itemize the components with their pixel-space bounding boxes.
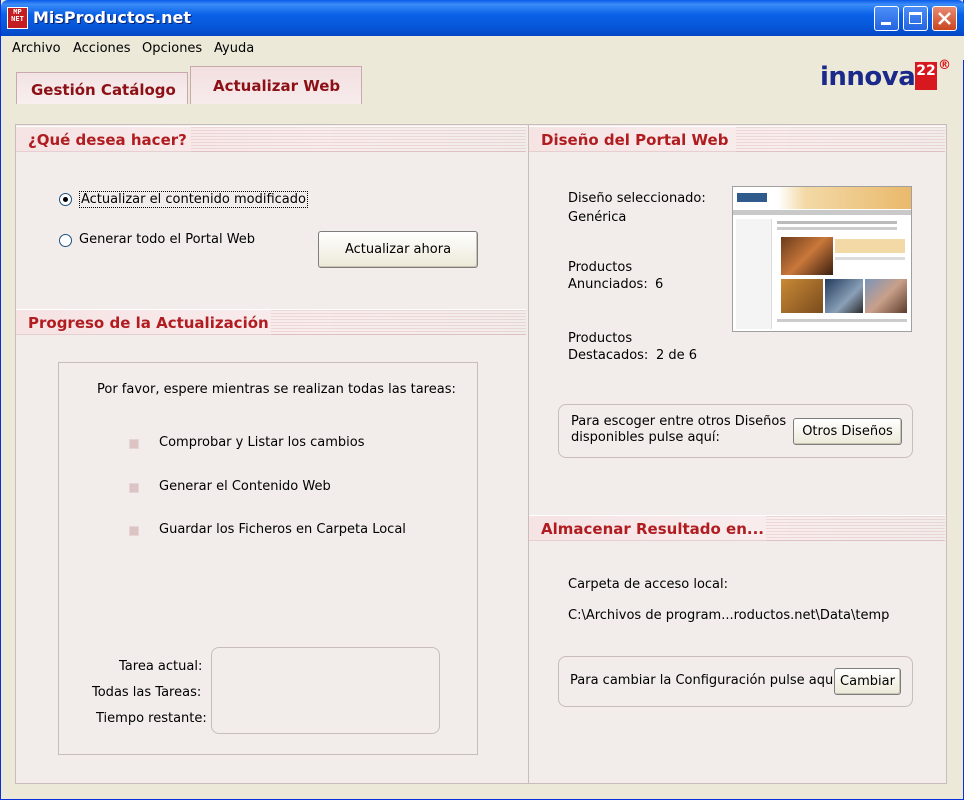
window-title: MisProductos.net: [33, 8, 191, 27]
tab-actualizar-web[interactable]: Actualizar Web: [190, 66, 362, 104]
otros-disenos-text-2: disponibles pulse aquí:: [571, 430, 720, 445]
carpeta-path: C:\Archivos de program...roductos.net\Da…: [568, 608, 890, 623]
design-preview-image: [732, 186, 912, 332]
maximize-icon: [909, 12, 922, 24]
anunciados-label-1: Productos: [568, 260, 633, 275]
tab-label: Gestión Catálogo: [31, 81, 176, 99]
tiempo-restante-label: Tiempo restante:: [96, 711, 207, 726]
actualizar-ahora-button[interactable]: Actualizar ahora: [318, 231, 478, 268]
otros-disenos-text-1: Para escoger entre otros Diseños: [571, 414, 787, 429]
section-title: ¿Qué desea hacer?: [28, 131, 187, 149]
menu-archivo[interactable]: Archivo: [12, 41, 61, 56]
anunciados-label-2: Anunciados:: [568, 277, 648, 292]
main-window: MP NET MisProductos.net Archivo Acciones …: [0, 0, 964, 800]
carpeta-label: Carpeta de acceso local:: [568, 577, 729, 592]
section-title: Almacenar Resultado en...: [541, 520, 764, 538]
option-generar-label[interactable]: Generar todo el Portal Web: [79, 232, 255, 247]
radio-actualizar-modificado[interactable]: [59, 193, 72, 206]
diseno-seleccionado-value: Genérica: [568, 210, 627, 225]
option-actualizar-label[interactable]: Actualizar el contenido modificado: [79, 191, 308, 208]
minimize-icon: [881, 22, 891, 25]
close-icon: [938, 12, 951, 25]
menu-acciones[interactable]: Acciones: [73, 41, 131, 56]
close-button[interactable]: [932, 6, 957, 31]
maximize-button[interactable]: [903, 6, 928, 31]
header-stripe: [191, 126, 526, 152]
minimize-button[interactable]: [874, 6, 899, 31]
header-stripe: [736, 126, 945, 152]
tab-gestion-catalogo[interactable]: Gestión Catálogo: [16, 72, 188, 104]
task-item: Generar el Contenido Web: [159, 479, 331, 494]
app-icon: MP NET: [7, 7, 28, 29]
otros-disenos-button[interactable]: Otros Diseños: [793, 418, 902, 445]
innova-logo: innova 22 ®: [820, 58, 951, 92]
task-check-icon: [129, 439, 139, 449]
task-check-icon: [129, 526, 139, 536]
header-stripe: [271, 309, 526, 335]
task-item: Guardar los Ficheros en Carpeta Local: [159, 522, 406, 537]
tarea-actual-label: Tarea actual:: [119, 659, 203, 674]
header-stripe: [766, 515, 945, 541]
task-check-icon: [129, 483, 139, 493]
section-title: Diseño del Portal Web: [541, 131, 729, 149]
menu-opciones[interactable]: Opciones: [142, 41, 202, 56]
tab-label: Actualizar Web: [213, 77, 341, 95]
anunciados-value: 6: [655, 277, 664, 292]
cambiar-button[interactable]: Cambiar: [834, 668, 901, 695]
title-bar[interactable]: MP NET MisProductos.net: [1, 0, 964, 36]
configuracion-text: Para cambiar la Configuración pulse aquí…: [570, 673, 842, 688]
destacados-label-1: Productos: [568, 331, 633, 346]
destacados-label-2: Destacados:: [568, 348, 649, 363]
progress-status-box: [211, 647, 440, 734]
diseno-seleccionado-label: Diseño seleccionado:: [568, 191, 706, 206]
todas-tareas-label: Todas las Tareas:: [92, 685, 202, 700]
section-title: Progreso de la Actualización: [28, 314, 269, 332]
destacados-value: 2 de 6: [656, 348, 698, 363]
column-divider: [528, 124, 529, 784]
radio-generar-todo[interactable]: [59, 234, 72, 247]
task-item: Comprobar y Listar los cambios: [159, 435, 365, 450]
menu-ayuda[interactable]: Ayuda: [214, 41, 254, 56]
wait-message: Por favor, espere mientras se realizan t…: [97, 382, 456, 397]
